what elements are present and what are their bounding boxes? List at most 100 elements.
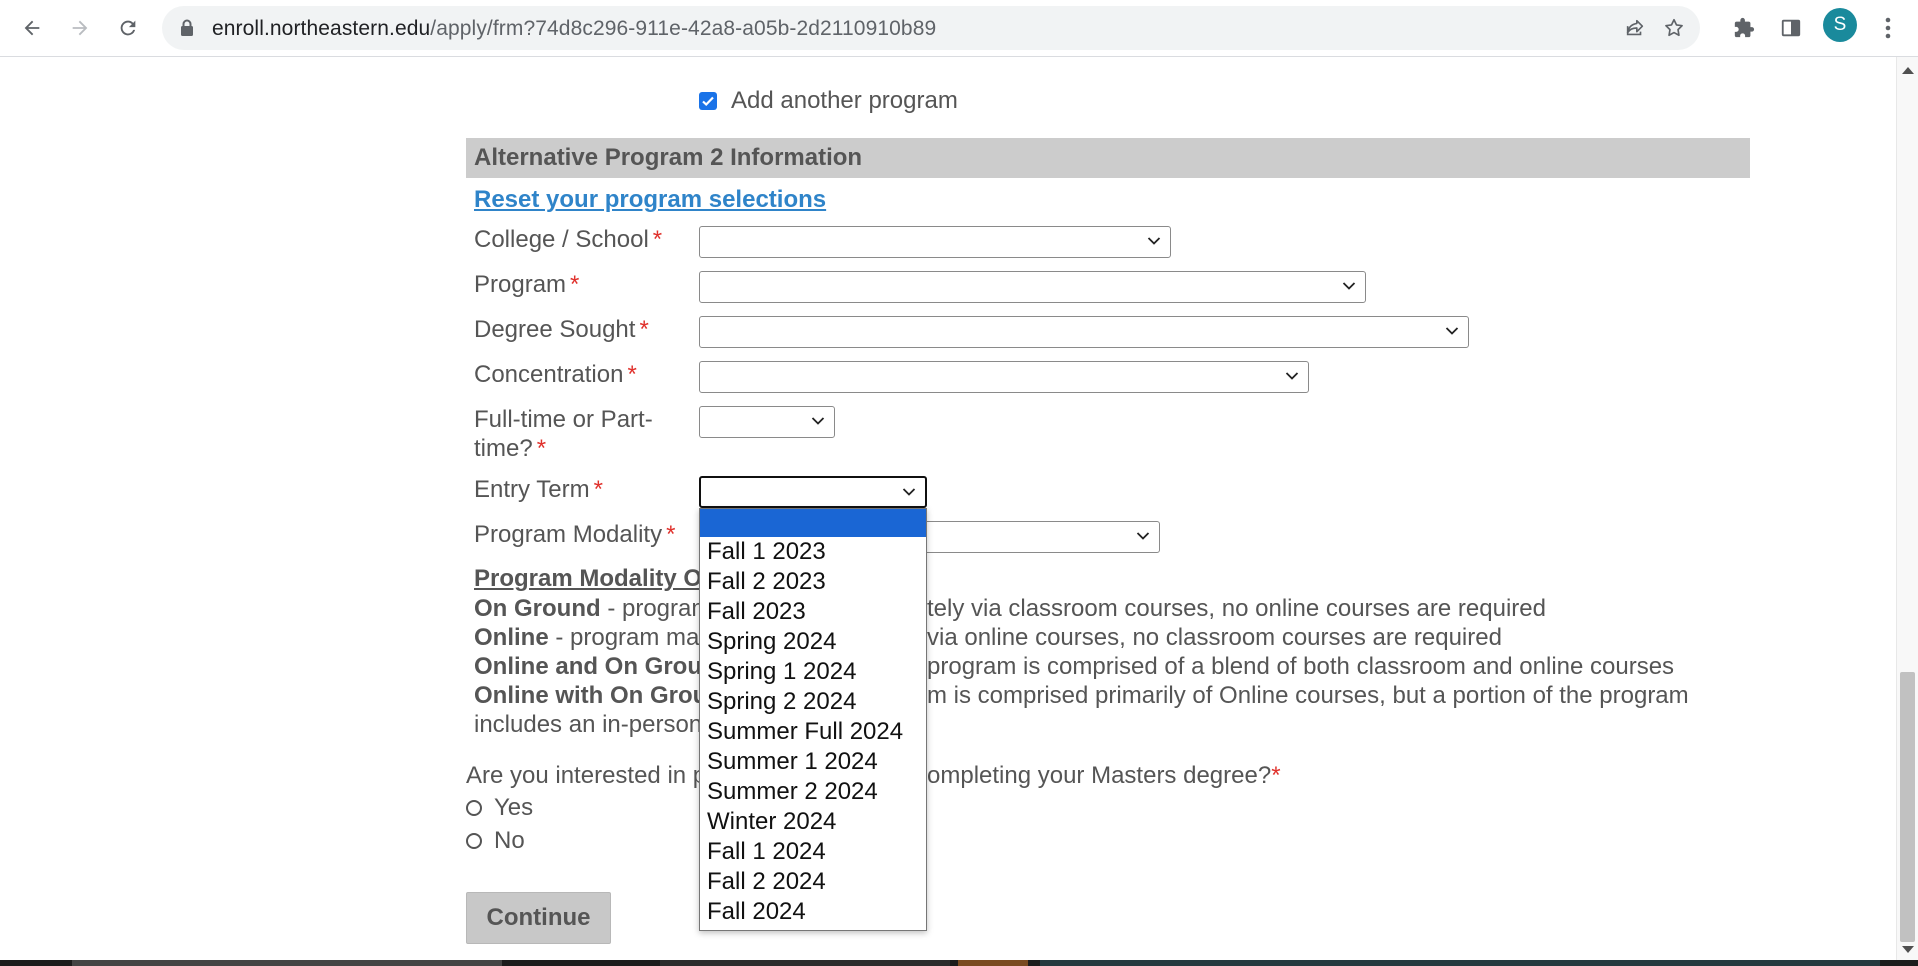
field-label-text: Concentration xyxy=(474,361,624,388)
chevron-down-icon xyxy=(811,417,825,425)
fulltime-parttime-select[interactable] xyxy=(699,406,835,438)
address-bar[interactable]: enroll.northeastern.edu/apply/frm?74d8c2… xyxy=(162,6,1700,50)
field-label-text: Program xyxy=(474,271,567,298)
entry-term-select[interactable] xyxy=(699,476,927,508)
menu-dots-icon[interactable] xyxy=(1872,12,1904,44)
scroll-up-arrow-icon[interactable] xyxy=(1902,67,1914,74)
radio-yes-label: Yes xyxy=(494,794,534,821)
entry-term-option[interactable]: Fall 2024 xyxy=(700,897,926,927)
college-school-select[interactable] xyxy=(699,226,1171,258)
browser-toolbar: enroll.northeastern.edu/apply/frm?74d8c2… xyxy=(0,0,1918,57)
modality-line-on-ground: On Ground - program xyxy=(474,595,711,623)
radio-no-row[interactable]: No xyxy=(466,827,525,855)
scrollbar-thumb[interactable] xyxy=(1900,672,1915,942)
entry-term-label: Entry Term * xyxy=(474,475,603,504)
program-modality-label: Program Modality * xyxy=(474,520,675,549)
field-label-line1: Full-time or Part- xyxy=(474,406,653,433)
entry-term-option[interactable]: Summer Full 2024 xyxy=(700,717,926,747)
vertical-scrollbar[interactable] xyxy=(1896,57,1918,961)
degree-sought-label: Degree Sought * xyxy=(474,315,649,344)
field-label-text: Degree Sought xyxy=(474,316,636,343)
reload-button[interactable] xyxy=(110,10,146,46)
program-label: Program * xyxy=(474,270,579,299)
chevron-down-icon xyxy=(1342,282,1356,290)
degree-sought-select[interactable] xyxy=(699,316,1469,348)
url-path: /apply/frm?74d8c296-911e-42a8-a05b-2d211… xyxy=(430,17,937,40)
required-marker: * xyxy=(593,476,603,503)
entry-term-option[interactable]: Fall 1 2024 xyxy=(700,837,926,867)
url-host: enroll.northeastern.edu xyxy=(212,17,431,40)
continue-button[interactable]: Continue xyxy=(466,892,611,944)
chevron-down-icon xyxy=(902,488,916,496)
modality-line-online: Online - program may xyxy=(474,624,711,652)
taskbar-strip xyxy=(0,960,1918,966)
back-arrow-icon xyxy=(24,20,40,36)
scroll-down-arrow-icon[interactable] xyxy=(1902,946,1914,953)
add-program-label: Add another program xyxy=(731,87,958,114)
reload-icon xyxy=(120,20,136,36)
required-marker: * xyxy=(1271,762,1281,789)
page-content: Add another program Alternative Program … xyxy=(0,57,1896,960)
chevron-down-icon xyxy=(1445,327,1459,335)
modality-term: Online and On Groun xyxy=(474,653,717,680)
entry-term-option[interactable]: Spring 2 2024 xyxy=(700,687,926,717)
url-text: enroll.northeastern.edu/apply/frm?74d8c2… xyxy=(212,17,936,41)
modality-line-online-rest: via online courses, no classroom courses… xyxy=(927,624,1502,651)
chevron-down-icon xyxy=(1136,532,1150,540)
entry-term-option[interactable]: Fall 2 2023 xyxy=(700,567,926,597)
field-label-text: Program Modality xyxy=(474,521,663,548)
profile-avatar[interactable]: S xyxy=(1823,8,1857,42)
entry-term-dropdown-list[interactable]: Fall 1 2023 Fall 2 2023 Fall 2023 Spring… xyxy=(699,508,927,931)
entry-term-option[interactable]: Summer 1 2024 xyxy=(700,747,926,777)
program-select[interactable] xyxy=(699,271,1366,303)
modality-text-left: - program xyxy=(600,595,712,622)
entry-term-option[interactable]: Summer 2 2024 xyxy=(700,777,926,807)
modality-line-on-ground-rest: tely via classroom courses, no online co… xyxy=(927,595,1546,622)
chevron-down-icon xyxy=(1285,372,1299,380)
radio-no[interactable] xyxy=(466,833,482,849)
modality-term: Online xyxy=(474,624,549,651)
radio-yes-row[interactable]: Yes xyxy=(466,794,533,822)
entry-term-option[interactable]: Spring 2024 xyxy=(700,627,926,657)
field-label-text: Entry Term xyxy=(474,476,590,503)
required-marker: * xyxy=(570,271,580,298)
modality-term: Online with On Grou xyxy=(474,682,708,709)
extensions-puzzle-icon[interactable] xyxy=(1728,12,1760,44)
required-marker: * xyxy=(639,316,649,343)
bookmark-star-icon[interactable] xyxy=(1661,15,1687,41)
add-program-checkbox[interactable] xyxy=(699,92,717,110)
college-school-label: College / School * xyxy=(474,225,662,254)
modality-term: On Ground xyxy=(474,595,601,622)
chevron-down-icon xyxy=(1147,237,1161,245)
section-header: Alternative Program 2 Information xyxy=(466,138,1750,178)
reset-selections-link[interactable]: Reset your program selections xyxy=(474,186,826,214)
forward-button[interactable] xyxy=(62,10,98,46)
required-marker: * xyxy=(627,361,637,388)
field-label-line2: time? xyxy=(474,435,533,462)
radio-yes[interactable] xyxy=(466,800,482,816)
share-icon[interactable] xyxy=(1622,15,1648,41)
modality-line-blended-rest: program is comprised of a blend of both … xyxy=(927,653,1675,680)
modality-text-left: - program may xyxy=(548,624,712,651)
modality-line-online-with-ground-rest: m is comprised primarily of Online cours… xyxy=(927,682,1689,709)
required-marker: * xyxy=(652,226,663,253)
add-program-row[interactable]: Add another program xyxy=(699,87,958,115)
radio-no-label: No xyxy=(494,827,525,854)
required-marker: * xyxy=(536,435,547,462)
entry-term-option[interactable]: Fall 2023 xyxy=(700,597,926,627)
entry-term-option-blank[interactable] xyxy=(700,509,926,537)
back-button[interactable] xyxy=(14,10,50,46)
modality-line-blended: Online and On Groun xyxy=(474,653,717,681)
masters-question-left: Are you interested in p xyxy=(466,762,707,789)
concentration-label: Concentration * xyxy=(474,360,637,389)
entry-term-option[interactable]: Winter 2024 xyxy=(700,807,926,837)
entry-term-option[interactable]: Spring 1 2024 xyxy=(700,657,926,687)
side-panel-icon[interactable] xyxy=(1775,12,1807,44)
checkmark-icon xyxy=(702,96,714,107)
modality-line-continued: includes an in-person xyxy=(474,711,703,738)
entry-term-option[interactable]: Fall 1 2023 xyxy=(700,537,926,567)
concentration-select[interactable] xyxy=(699,361,1309,393)
modality-line-online-with-ground: Online with On Grou xyxy=(474,682,707,710)
lock-icon xyxy=(181,19,193,36)
entry-term-option[interactable]: Fall 2 2024 xyxy=(700,867,926,897)
